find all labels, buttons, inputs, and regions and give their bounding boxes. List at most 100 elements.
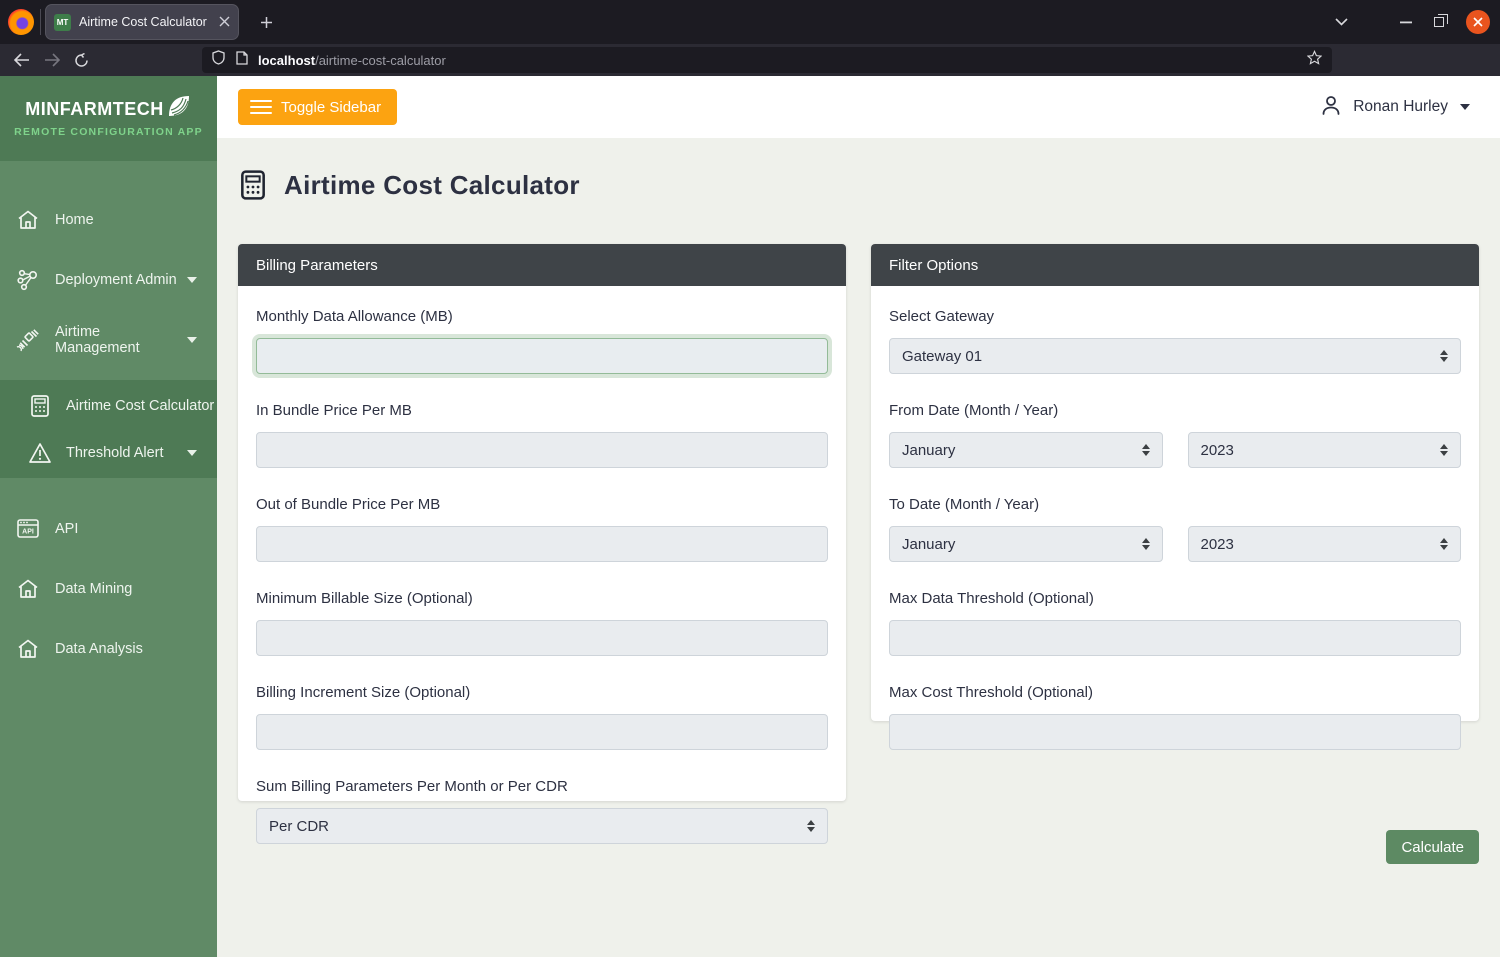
from-year-select[interactable]: 2023 (1187, 432, 1461, 468)
brand-name-light: MINFARM (25, 99, 113, 119)
sidebar-item-airtime-management[interactable]: Airtime Management (0, 310, 217, 370)
max-data-threshold-input[interactable] (889, 620, 1461, 656)
toggle-sidebar-button[interactable]: Toggle Sidebar (238, 89, 398, 125)
to-month-select[interactable]: January (889, 526, 1163, 562)
tracking-shield-icon[interactable] (212, 50, 225, 70)
sidebar-item-label: Data Mining (55, 581, 133, 597)
sidebar-item-data-mining[interactable]: Data Mining (0, 559, 217, 619)
tab-title: Airtime Cost Calculator (79, 15, 207, 29)
to-year-select[interactable]: 2023 (1187, 526, 1461, 562)
page-info-icon[interactable] (236, 50, 248, 70)
max-cost-threshold-input[interactable] (889, 714, 1461, 750)
field-label: Max Data Threshold (Optional) (889, 590, 1094, 607)
api-icon: API (15, 516, 41, 542)
from-month-selected-value: January (902, 441, 956, 459)
sidebar-item-airtime-cost-calculator[interactable]: Airtime Cost Calculator (0, 382, 217, 429)
field-label: Out of Bundle Price Per MB (256, 496, 441, 513)
chevron-down-icon (187, 277, 197, 283)
sidebar-item-label: API (55, 521, 79, 537)
user-menu[interactable]: Ronan Hurley (1319, 76, 1470, 138)
out-of-bundle-price-input[interactable] (256, 526, 828, 562)
chevron-down-icon (187, 337, 197, 343)
calculate-button[interactable]: Calculate (1386, 830, 1479, 864)
field-from-date: From Date (Month / Year) January 2023 (889, 400, 1461, 468)
network-nodes-icon (15, 267, 41, 293)
satellite-icon (15, 327, 41, 353)
tab-list-chevron-icon[interactable] (1335, 18, 1348, 26)
billing-card-header: Billing Parameters (238, 244, 846, 286)
sidebar-item-label: Airtime Cost Calculator (66, 397, 215, 414)
minimum-billable-size-input[interactable] (256, 620, 828, 656)
field-label: Minimum Billable Size (Optional) (256, 590, 473, 607)
url-text: localhost/airtime-cost-calculator (258, 52, 446, 68)
site-favicon-icon: MT (54, 13, 71, 31)
select-arrows-icon (1440, 444, 1448, 456)
field-sum-mode: Sum Billing Parameters Per Month or Per … (256, 776, 828, 844)
billing-increment-size-input[interactable] (256, 714, 828, 750)
monthly-data-allowance-input[interactable] (256, 338, 828, 374)
sidebar-item-home[interactable]: Home (0, 190, 217, 250)
field-to-date: To Date (Month / Year) January 2023 (889, 494, 1461, 562)
titlebar-separator (40, 9, 41, 35)
select-arrows-icon (807, 820, 815, 832)
window-restore-button[interactable] (1434, 14, 1448, 27)
sidebar-item-label: Home (55, 212, 94, 228)
user-icon (1319, 93, 1343, 122)
window-minimize-button[interactable] (1400, 21, 1412, 24)
calculator-icon (241, 170, 265, 200)
chevron-down-icon (1460, 104, 1470, 110)
field-out-of-bundle-price: Out of Bundle Price Per MB (256, 494, 828, 562)
select-arrows-icon (1141, 444, 1150, 456)
brand-name-bold: TECH (112, 99, 164, 119)
reload-button-icon[interactable] (74, 52, 89, 68)
bookmark-star-icon[interactable] (1306, 50, 1323, 70)
sidebar-item-label: Airtime Management (55, 324, 140, 356)
field-in-bundle-price: In Bundle Price Per MB (256, 400, 828, 468)
to-year-selected-value: 2023 (1200, 535, 1234, 553)
browser-navbar: localhost/airtime-cost-calculator (0, 44, 1500, 108)
field-label: Max Cost Threshold (Optional) (889, 684, 1093, 701)
from-year-selected-value: 2023 (1200, 441, 1234, 459)
browser-tab[interactable]: MT Airtime Cost Calculator (46, 5, 238, 39)
gateway-selected-value: Gateway 01 (902, 347, 983, 365)
sidebar-item-api[interactable]: API API (0, 499, 217, 559)
user-name: Ronan Hurley (1353, 98, 1448, 115)
page-title: Airtime Cost Calculator (238, 169, 580, 201)
gateway-select[interactable]: Gateway 01 (889, 338, 1461, 374)
sidebar-item-deployment-admin[interactable]: Deployment Admin (0, 250, 217, 310)
warning-triangle-icon (27, 440, 53, 466)
in-bundle-price-input[interactable] (256, 432, 828, 468)
main-content: Toggle Sidebar Ronan Hurley Airtime Cost… (217, 76, 1500, 957)
sidebar-item-data-analysis[interactable]: Data Analysis (0, 619, 217, 679)
leaf-logo-icon (168, 95, 189, 116)
calculator-icon (27, 393, 53, 419)
field-max-data-threshold: Max Data Threshold (Optional) (889, 588, 1461, 656)
sidebar: MINFARM TECH REMOTE CONFIGURATION APP Hom… (0, 76, 217, 957)
sidebar-item-label: Deployment Admin (55, 272, 177, 288)
tab-close-icon[interactable] (219, 16, 230, 29)
field-label: Sum Billing Parameters Per Month or Per … (256, 778, 568, 795)
field-label: Monthly Data Allowance (MB) (256, 308, 453, 325)
field-billing-increment-size: Billing Increment Size (Optional) (256, 682, 828, 750)
sum-mode-select[interactable]: Per CDR (256, 808, 828, 844)
home-icon (15, 576, 41, 602)
home-icon (15, 636, 41, 662)
from-month-select[interactable]: January (889, 432, 1163, 468)
window-close-button[interactable] (1466, 10, 1490, 34)
sidebar-item-threshold-alert[interactable]: Threshold Alert (0, 429, 217, 476)
field-label: Billing Increment Size (Optional) (256, 684, 471, 701)
forward-button-icon[interactable] (44, 53, 60, 67)
page-title-text: Airtime Cost Calculator (284, 169, 580, 200)
browser-titlebar: MT Airtime Cost Calculator (0, 0, 1500, 44)
home-icon (15, 207, 41, 233)
back-button-icon[interactable] (14, 53, 30, 67)
hamburger-icon (250, 99, 272, 115)
app-logo: MINFARM TECH REMOTE CONFIGURATION APP (0, 76, 217, 161)
field-label: Select Gateway (889, 308, 995, 325)
svg-text:API: API (22, 529, 34, 536)
new-tab-button[interactable] (252, 8, 280, 36)
url-bar[interactable]: localhost/airtime-cost-calculator (202, 47, 1332, 73)
app-header: Toggle Sidebar Ronan Hurley (217, 76, 1500, 138)
firefox-logo-icon[interactable] (8, 9, 34, 35)
sum-mode-selected-value: Per CDR (269, 817, 330, 835)
